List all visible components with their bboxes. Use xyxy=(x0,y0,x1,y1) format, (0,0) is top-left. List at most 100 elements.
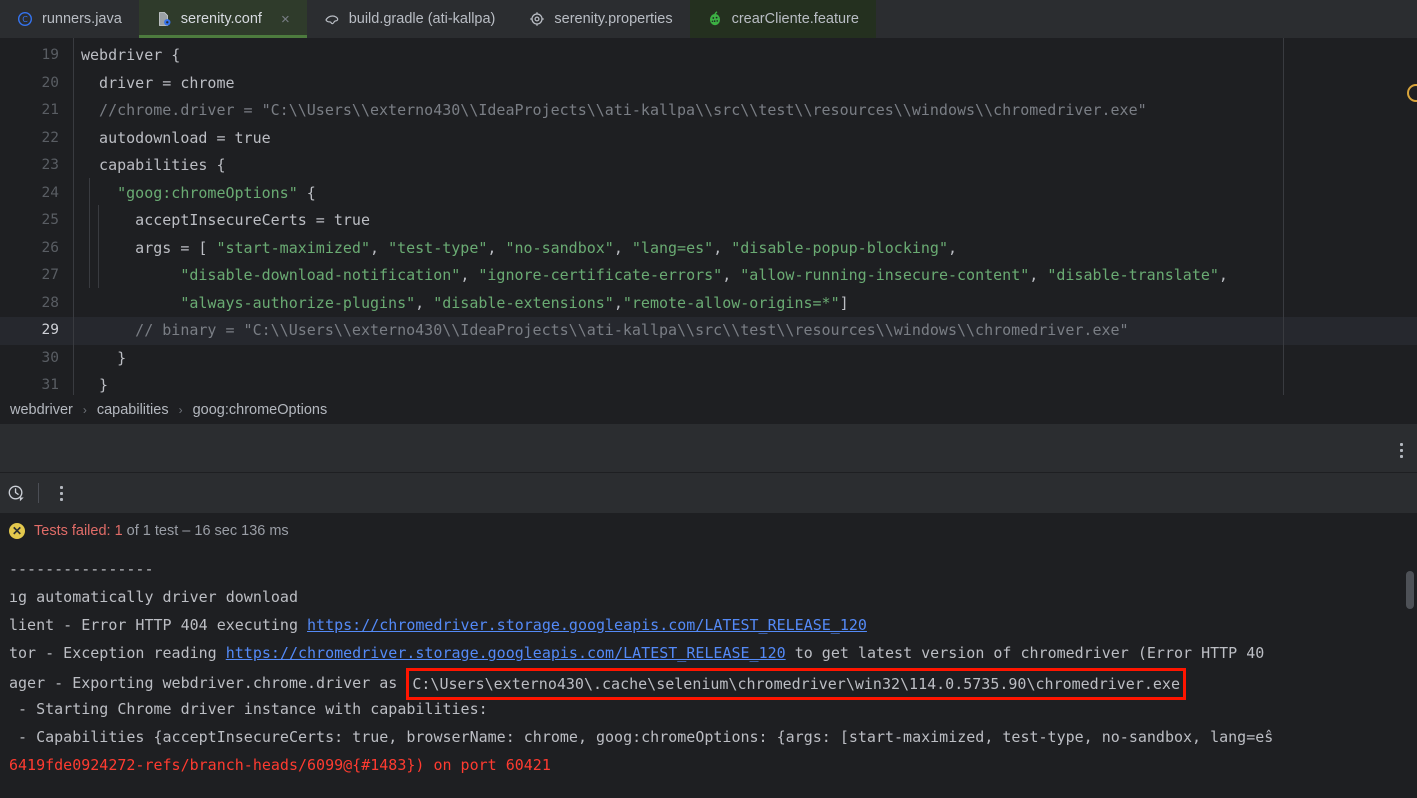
code-token: "start-maximized" xyxy=(216,238,370,257)
code-token: "remote-allow-origins=*" xyxy=(622,293,840,312)
code-token: driver = chrome xyxy=(81,73,235,92)
console-link[interactable]: https://chromedriver.storage.googleapis.… xyxy=(307,616,867,634)
history-clock-icon[interactable] xyxy=(2,479,30,507)
code-token: } xyxy=(81,348,127,367)
code-token: autodownload = true xyxy=(81,128,271,147)
code-editor[interactable]: 19 20 21 22 23 24 25 26 27 28 29 30 31 webdriver { d… xyxy=(0,38,1417,395)
code-token: acceptInsecureCerts = true xyxy=(81,211,370,229)
code-token: , xyxy=(1218,266,1228,284)
more-vertical-icon[interactable] xyxy=(47,479,75,507)
code-token: , xyxy=(415,293,434,312)
console-link[interactable]: https://chromedriver.storage.googleapis.… xyxy=(226,644,786,662)
code-token: "no-sandbox" xyxy=(505,238,614,257)
console-line: ager - Exporting webdriver.chrome.driver… xyxy=(0,667,1417,700)
console-scrollbar[interactable] xyxy=(1404,549,1417,780)
code-token: , xyxy=(487,238,506,257)
tab-crearcliente-feature[interactable]: crearCliente.feature xyxy=(689,0,876,38)
console-text: - Capabilities {acceptInsecureCerts: tru… xyxy=(9,728,1274,746)
java-class-icon: C xyxy=(17,11,33,27)
conf-file-icon xyxy=(156,11,172,27)
tab-serenity-conf[interactable]: serenity.conf × xyxy=(138,0,307,38)
console-text: to get latest version of chromedriver (E… xyxy=(785,644,1265,662)
code-token: "ignore-certificate-errors" xyxy=(478,266,723,284)
tab-label: crearCliente.feature xyxy=(731,10,859,27)
code-line[interactable]: args = [ "start-maximized", "test-type",… xyxy=(74,235,1417,263)
code-token: "allow-running-insecure-content" xyxy=(740,266,1030,284)
right-margin-rule xyxy=(1283,38,1284,395)
breadcrumb-item-googchromeoptions[interactable]: goog:chromeOptions xyxy=(190,402,331,418)
more-vertical-icon[interactable] xyxy=(1400,443,1403,458)
code-token: ] xyxy=(839,293,849,312)
line-number: 27 xyxy=(41,267,59,283)
code-content[interactable]: webdriver { driver = chrome //chrome.dri… xyxy=(74,38,1417,395)
code-line[interactable]: "always-authorize-plugins", "disable-ext… xyxy=(74,290,1417,318)
line-number: 19 xyxy=(41,47,59,63)
code-token: , xyxy=(722,266,741,284)
line-number: 26 xyxy=(41,239,59,256)
cucumber-icon xyxy=(707,11,723,27)
test-failed-icon: ✕ xyxy=(9,523,25,539)
code-line[interactable]: // binary = "C:\\Users\\externo430\\Idea… xyxy=(74,317,1417,345)
tab-build-gradle[interactable]: build.gradle (ati-kallpa) xyxy=(307,0,513,38)
code-token: , xyxy=(370,238,389,257)
console-line: ıg automatically driver download xyxy=(0,583,1417,611)
console-text: - Starting Chrome driver instance with c… xyxy=(9,700,488,718)
console-text: lient - Error HTTP 404 executing xyxy=(9,616,308,634)
chevron-right-icon: › xyxy=(178,402,183,417)
code-line[interactable]: "goog:chromeOptions" { xyxy=(74,180,1417,208)
code-line[interactable]: //chrome.driver = "C:\\Users\\externo430… xyxy=(74,97,1417,125)
run-toolbar xyxy=(0,473,1417,513)
tab-label: build.gradle (ati-kallpa) xyxy=(348,10,496,27)
line-number: 28 xyxy=(41,294,59,311)
code-line[interactable]: autodownload = true xyxy=(74,125,1417,153)
code-token: , xyxy=(1029,266,1048,284)
console-line: tor - Exception reading https://chromedr… xyxy=(0,639,1417,667)
tab-runners-java[interactable]: C runners.java xyxy=(0,0,139,38)
tab-serenity-properties[interactable]: serenity.properties xyxy=(512,0,689,38)
console-line: 6419fde0924272-refs/branch-heads/6099@{#… xyxy=(0,751,1417,779)
chevron-right-icon: › xyxy=(82,402,87,417)
code-line[interactable]: "disable-download-notification", "ignore… xyxy=(74,262,1417,290)
breadcrumb: webdriver › capabilities › goog:chromeOp… xyxy=(0,395,1417,425)
code-token: , xyxy=(460,266,479,284)
code-line[interactable]: webdriver { xyxy=(74,42,1417,70)
run-panel-header xyxy=(0,425,1417,473)
code-token: "test-type" xyxy=(388,238,488,257)
line-number: 31 xyxy=(41,377,59,393)
console-output[interactable]: ---------------- ıg automatically driver … xyxy=(0,549,1417,780)
console-line: ---------------- xyxy=(0,555,1417,583)
line-number: 20 xyxy=(41,74,59,91)
code-token: , xyxy=(713,238,732,257)
tab-label: serenity.properties xyxy=(554,10,673,27)
breadcrumb-item-webdriver[interactable]: webdriver xyxy=(7,402,76,418)
console-text: ---------------- xyxy=(9,560,154,578)
code-token: webdriver { xyxy=(81,46,181,64)
code-line[interactable]: driver = chrome xyxy=(74,70,1417,98)
tab-label: runners.java xyxy=(42,10,122,27)
line-number: 29 xyxy=(0,317,73,345)
tab-label: serenity.conf xyxy=(180,10,262,27)
code-token: // binary = "C:\\Users\\externo430\\Idea… xyxy=(81,321,1129,339)
test-status-line: ✕ Tests failed: 1 of 1 test – 16 sec 136… xyxy=(0,513,1417,549)
code-line[interactable]: capabilities { xyxy=(74,152,1417,180)
console-text: ıg automatically driver download xyxy=(9,588,298,606)
code-token: //chrome.driver = "C:\\Users\\externo430… xyxy=(81,101,1147,119)
code-line[interactable]: acceptInsecureCerts = true xyxy=(74,207,1417,235)
code-token: "disable-popup-blocking" xyxy=(731,238,948,257)
close-icon[interactable]: × xyxy=(281,12,290,27)
highlighted-driver-path: C:\Users\externo430\.cache\selenium\chro… xyxy=(406,668,1186,700)
line-number: 25 xyxy=(41,212,59,228)
console-line: lient - Error HTTP 404 executing https:/… xyxy=(0,611,1417,639)
scrollbar-thumb[interactable] xyxy=(1406,571,1414,609)
code-token: "disable-download-notification" xyxy=(180,266,461,284)
tests-summary-text: of 1 test – 16 sec 136 ms xyxy=(126,523,289,539)
tests-failed-count: Tests failed: 1 xyxy=(34,523,123,539)
code-line[interactable]: } xyxy=(74,372,1417,395)
code-token: , xyxy=(948,238,958,257)
code-token: , xyxy=(613,238,632,257)
code-line[interactable]: } xyxy=(74,345,1417,373)
breadcrumb-item-capabilities[interactable]: capabilities xyxy=(94,402,172,418)
gradle-elephant-icon xyxy=(324,11,340,27)
